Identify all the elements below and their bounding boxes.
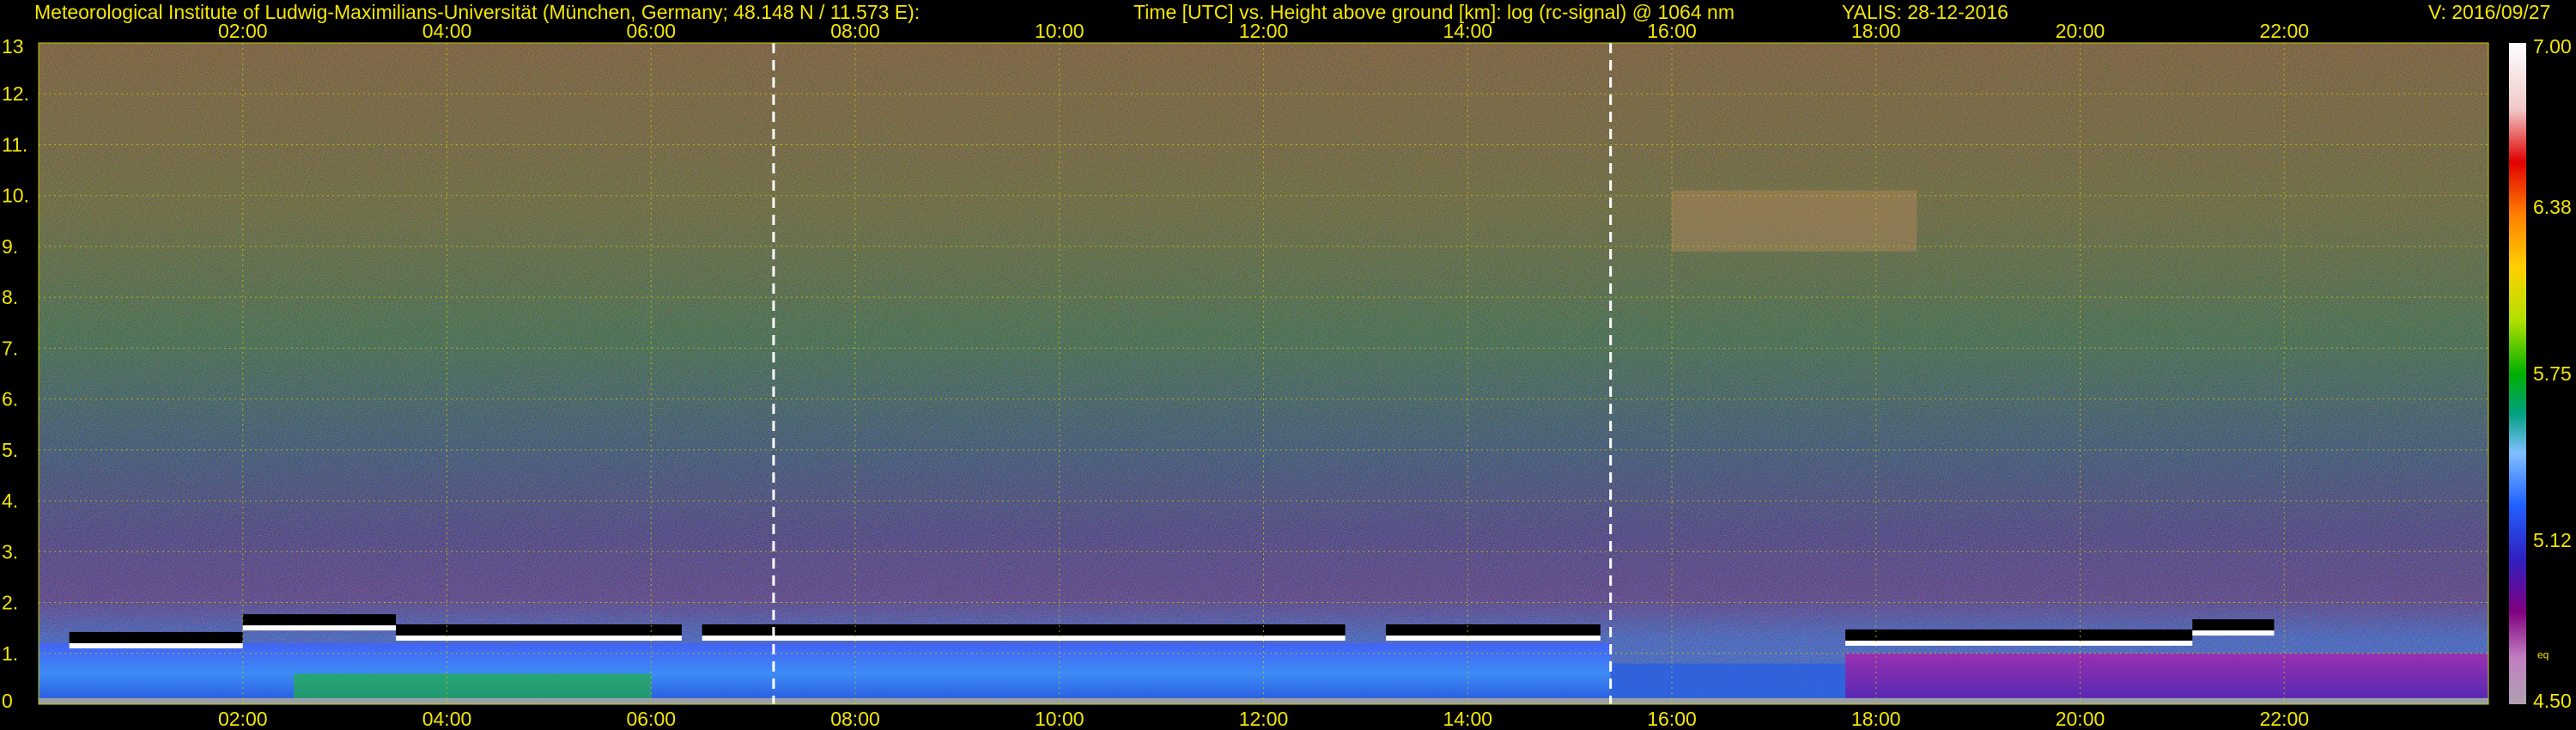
- colorbar-tick-label: 4.50: [2533, 690, 2572, 712]
- x-tick-label-top: 10:00: [1035, 20, 1084, 42]
- x-tick-label-bottom: 08:00: [830, 708, 880, 730]
- cloud-top-dark: [1386, 624, 1601, 636]
- x-tick-label-bottom: 10:00: [1035, 708, 1084, 730]
- y-tick-label: 0: [2, 690, 13, 712]
- x-tick-label-top: 02:00: [218, 20, 268, 42]
- y-tick-label: 6.: [2, 388, 18, 411]
- x-tick-label-bottom: 14:00: [1443, 708, 1492, 730]
- colorbar-tick-label: 6.38: [2533, 196, 2572, 218]
- cloud-base-white: [2192, 630, 2275, 636]
- cloud-top-dark: [1845, 629, 2193, 641]
- surface-layer-green: [294, 673, 652, 700]
- x-axis-top: 02:00 04:00 06:00 08:00 10:00 12:00 14:00 16:00…: [218, 20, 2309, 42]
- y-tick-label: 13: [2, 35, 24, 58]
- cloud-base-white: [702, 636, 1346, 641]
- y-tick-label: 3.: [2, 540, 18, 563]
- y-tick-label: 9.: [2, 235, 18, 258]
- x-tick-label-bottom: 18:00: [1851, 708, 1901, 730]
- x-tick-label-top: 12:00: [1239, 20, 1289, 42]
- y-axis: 0 1. 2. 3. 4. 5. 6. 7. 8. 9. 10. 11. 12. 13: [2, 35, 29, 712]
- cloud-base-white: [69, 642, 243, 648]
- x-tick-label-bottom: 04:00: [422, 708, 472, 730]
- cloud-base-white: [396, 636, 682, 641]
- cloud-base-white: [242, 625, 397, 631]
- cloud-top-dark: [702, 624, 1346, 636]
- y-tick-label: 2.: [2, 592, 18, 614]
- y-tick-label: 8.: [2, 286, 18, 308]
- x-tick-label-top: 18:00: [1851, 20, 1901, 42]
- cirrus-segment: [1672, 190, 1917, 252]
- boundary-layer-morning: [39, 642, 1611, 704]
- colorbar-tick-label: 5.75: [2533, 362, 2572, 385]
- x-tick-label-top: 04:00: [422, 20, 472, 42]
- y-tick-label: 12.: [2, 82, 29, 105]
- x-axis-bottom: 02:00 04:00 06:00 08:00 10:00 12:00 14:00 16:00…: [218, 708, 2309, 730]
- x-tick-label-top: 20:00: [2056, 20, 2105, 42]
- y-tick-label: 1.: [2, 642, 18, 665]
- x-tick-label-bottom: 12:00: [1239, 708, 1289, 730]
- y-tick-label: 7.: [2, 337, 18, 359]
- colorbar: 7.00 6.38 5.75 5.12 4.50 eq: [2509, 35, 2572, 712]
- y-tick-label: 10.: [2, 185, 29, 207]
- x-tick-label-top: 22:00: [2259, 20, 2309, 42]
- cloud-top-dark: [242, 614, 397, 626]
- y-tick-label: 11.: [2, 133, 27, 155]
- colorbar-small-label: eq: [2537, 649, 2549, 661]
- y-tick-label: 4.: [2, 490, 18, 512]
- cloud-base-white: [1386, 636, 1601, 641]
- x-tick-label-bottom: 22:00: [2259, 708, 2309, 730]
- x-tick-label-bottom: 20:00: [2056, 708, 2105, 730]
- cloud-top-dark: [2192, 619, 2275, 631]
- colorbar-tick-label: 5.12: [2533, 529, 2572, 551]
- cloud-top-dark: [69, 631, 243, 643]
- x-tick-label-bottom: 16:00: [1647, 708, 1697, 730]
- x-tick-label-top: 16:00: [1647, 20, 1697, 42]
- y-tick-label: 5.: [2, 439, 18, 461]
- x-tick-label-top: 08:00: [830, 20, 880, 42]
- lidar-quicklook-chart: 02:00 04:00 06:00 08:00 10:00 12:00 14:00 16:00…: [2, 20, 2572, 730]
- x-tick-label-bottom: 06:00: [626, 708, 676, 730]
- x-tick-label-bottom: 02:00: [218, 708, 268, 730]
- cloud-top-dark: [396, 624, 682, 636]
- x-tick-label-top: 06:00: [626, 20, 676, 42]
- plot-area: [38, 42, 2489, 705]
- colorbar-gradient: [2509, 43, 2526, 704]
- colorbar-tick-label: 7.00: [2533, 35, 2572, 58]
- x-tick-label-top: 14:00: [1443, 20, 1492, 42]
- boundary-layer-night: [1845, 653, 2488, 704]
- cloud-base-white: [1845, 640, 2193, 646]
